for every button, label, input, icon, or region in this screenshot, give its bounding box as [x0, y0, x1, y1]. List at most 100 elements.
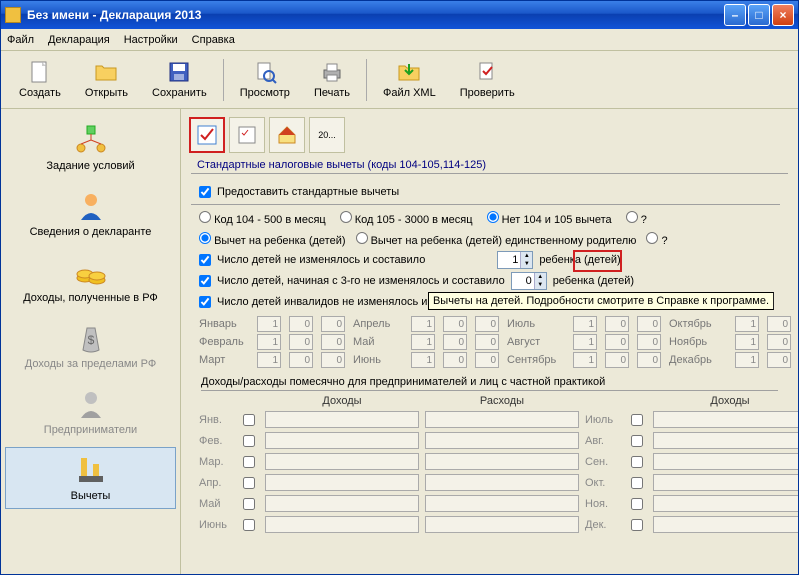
spin-up-icon[interactable]: ▲ — [534, 273, 546, 281]
inc-checkbox[interactable] — [631, 435, 643, 447]
month-input[interactable] — [605, 316, 629, 332]
sidebar-item-deductions[interactable]: Вычеты — [5, 447, 176, 509]
month-input[interactable] — [321, 352, 345, 368]
month-input[interactable] — [257, 334, 281, 350]
inc-income-input[interactable] — [653, 516, 798, 533]
inc-expense-input[interactable] — [425, 495, 579, 512]
month-input[interactable] — [573, 316, 597, 332]
mini-btn-standard-deductions[interactable] — [189, 117, 225, 153]
radio-q1[interactable] — [626, 211, 638, 223]
inc-income-input[interactable] — [653, 453, 798, 470]
month-input[interactable] — [289, 316, 313, 332]
month-input[interactable] — [475, 352, 499, 368]
inc-income-input[interactable] — [653, 474, 798, 491]
month-input[interactable] — [443, 334, 467, 350]
inc-expense-input[interactable] — [425, 453, 579, 470]
radio-q2[interactable] — [646, 232, 658, 244]
month-input[interactable] — [735, 316, 759, 332]
spinner-input[interactable] — [498, 252, 520, 268]
inc-checkbox[interactable] — [631, 456, 643, 468]
inc-checkbox[interactable] — [631, 414, 643, 426]
inc-checkbox[interactable] — [631, 498, 643, 510]
month-input[interactable] — [605, 334, 629, 350]
close-button[interactable]: × — [772, 4, 794, 26]
sidebar-item-income-rf[interactable]: Доходы, полученные в РФ — [5, 249, 176, 311]
inc-income-input[interactable] — [265, 495, 419, 512]
month-input[interactable] — [411, 316, 435, 332]
menu-file[interactable]: Файл — [7, 34, 34, 46]
inc-checkbox[interactable] — [631, 477, 643, 489]
inc-income-input[interactable] — [653, 411, 798, 428]
inc-income-input[interactable] — [265, 432, 419, 449]
month-input[interactable] — [321, 334, 345, 350]
inc-checkbox[interactable] — [243, 498, 255, 510]
inc-expense-input[interactable] — [425, 474, 579, 491]
inc-expense-input[interactable] — [425, 432, 579, 449]
inc-income-input[interactable] — [265, 516, 419, 533]
radio-child-single-parent[interactable] — [356, 232, 368, 244]
month-input[interactable] — [289, 334, 313, 350]
mini-btn-house[interactable] — [269, 117, 305, 153]
toolbar-view[interactable]: Просмотр — [228, 58, 302, 101]
mini-btn-checklist[interactable] — [229, 117, 265, 153]
inc-income-input[interactable] — [265, 474, 419, 491]
month-input[interactable] — [605, 352, 629, 368]
inc-checkbox[interactable] — [243, 414, 255, 426]
spinner-children-from-3rd[interactable]: ▲▼ — [511, 272, 547, 290]
inc-income-input[interactable] — [265, 453, 419, 470]
month-input[interactable] — [767, 316, 791, 332]
spin-down-icon[interactable]: ▼ — [520, 260, 532, 268]
inc-checkbox[interactable] — [243, 519, 255, 531]
radio-child-deduction[interactable] — [199, 232, 211, 244]
month-input[interactable] — [637, 316, 661, 332]
radio-code-105[interactable] — [340, 211, 352, 223]
menu-settings[interactable]: Настройки — [124, 34, 178, 46]
toolbar-save[interactable]: Сохранить — [140, 58, 219, 101]
maximize-button[interactable]: □ — [748, 4, 770, 26]
month-input[interactable] — [411, 334, 435, 350]
checkbox-children-count-unchanged[interactable] — [199, 254, 211, 266]
menu-help[interactable]: Справка — [192, 34, 235, 46]
month-input[interactable] — [257, 352, 281, 368]
month-input[interactable] — [767, 352, 791, 368]
month-input[interactable] — [289, 352, 313, 368]
month-input[interactable] — [443, 316, 467, 332]
month-input[interactable] — [735, 334, 759, 350]
toolbar-print[interactable]: Печать — [302, 58, 362, 101]
month-input[interactable] — [767, 334, 791, 350]
checkbox-disabled-children[interactable] — [199, 296, 211, 308]
mini-btn-doc[interactable]: 20... — [309, 117, 345, 153]
month-input[interactable] — [257, 316, 281, 332]
sidebar-item-declarant[interactable]: Сведения о декларанте — [5, 183, 176, 245]
inc-income-input[interactable] — [265, 411, 419, 428]
month-input[interactable] — [321, 316, 345, 332]
inc-checkbox[interactable] — [243, 456, 255, 468]
month-input[interactable] — [735, 352, 759, 368]
toolbar-xml[interactable]: Файл XML — [371, 58, 448, 101]
spin-up-icon[interactable]: ▲ — [520, 252, 532, 260]
month-input[interactable] — [475, 316, 499, 332]
toolbar-open[interactable]: Открыть — [73, 58, 140, 101]
month-input[interactable] — [573, 352, 597, 368]
inc-checkbox[interactable] — [243, 477, 255, 489]
month-input[interactable] — [637, 352, 661, 368]
month-input[interactable] — [475, 334, 499, 350]
checkbox-children-from-3rd[interactable] — [199, 275, 211, 287]
month-input[interactable] — [637, 334, 661, 350]
month-input[interactable] — [411, 352, 435, 368]
radio-no-104-105[interactable] — [487, 211, 499, 223]
radio-code-104[interactable] — [199, 211, 211, 223]
toolbar-check[interactable]: Проверить — [448, 58, 527, 101]
spinner-children-count[interactable]: ▲▼ — [497, 251, 533, 269]
month-input[interactable] — [443, 352, 467, 368]
sidebar-item-conditions[interactable]: Задание условий — [5, 117, 176, 179]
inc-expense-input[interactable] — [425, 516, 579, 533]
inc-income-input[interactable] — [653, 495, 798, 512]
minimize-button[interactable]: – — [724, 4, 746, 26]
toolbar-create[interactable]: Создать — [7, 58, 73, 101]
inc-checkbox[interactable] — [631, 519, 643, 531]
inc-income-input[interactable] — [653, 432, 798, 449]
menu-declaration[interactable]: Декларация — [48, 34, 110, 46]
inc-checkbox[interactable] — [243, 435, 255, 447]
inc-expense-input[interactable] — [425, 411, 579, 428]
